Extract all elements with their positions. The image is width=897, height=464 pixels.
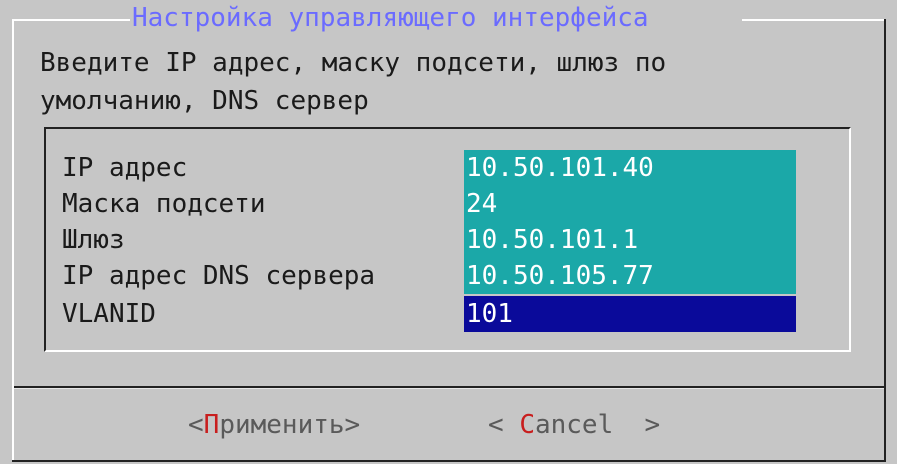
apply-button-open: < xyxy=(188,410,204,440)
dialog: Настройка управляющего интерфейса Введит… xyxy=(0,0,897,464)
frame-border-bottom xyxy=(12,460,886,462)
frame-border-left xyxy=(12,19,14,461)
apply-button-label: рименить> xyxy=(219,410,361,440)
field-dns-server: IP адрес DNS сервера 10.50.105.77 xyxy=(62,258,796,294)
field-label-subnet-mask: Маска подсети xyxy=(62,189,266,219)
cancel-button-hotkey: C xyxy=(519,410,535,440)
description-line-1: Введите IP адрес, маску подсети, шлюз по xyxy=(40,48,667,78)
apply-button[interactable]: <Применить> xyxy=(188,408,360,442)
apply-button-hotkey: П xyxy=(203,410,220,440)
frame-border-top-left xyxy=(12,19,130,21)
field-label-dns-server: IP адрес DNS сервера xyxy=(62,261,376,291)
ip-address-input[interactable]: 10.50.101.40 xyxy=(464,150,796,186)
subnet-mask-input[interactable]: 24 xyxy=(464,186,796,222)
frame-border-top-right xyxy=(742,19,885,21)
description-line-2: умолчанию, DNS сервер xyxy=(40,86,369,116)
cancel-button-open: < xyxy=(488,410,520,440)
field-ip-address: IP адрес 10.50.101.40 xyxy=(62,150,796,186)
field-label-vlanid: VLANID xyxy=(62,299,156,329)
dialog-title: Настройка управляющего интерфейса xyxy=(132,3,649,33)
field-label-ip-address: IP адрес xyxy=(62,153,188,183)
button-separator-highlight xyxy=(14,388,884,389)
field-vlanid: VLANID 101 xyxy=(62,296,796,332)
dns-server-input[interactable]: 10.50.105.77 xyxy=(464,258,796,294)
cancel-button[interactable]: < Cancel > xyxy=(488,408,660,442)
field-subnet-mask: Маска подсети 24 xyxy=(62,186,796,222)
field-label-gateway: Шлюз xyxy=(62,225,125,255)
gateway-input[interactable]: 10.50.101.1 xyxy=(464,222,796,258)
frame-border-right xyxy=(884,19,886,461)
dialog-description: Введите IP адрес, маску подсети, шлюз по… xyxy=(40,44,666,120)
field-gateway: Шлюз 10.50.101.1 xyxy=(62,222,796,258)
cancel-button-label: ancel > xyxy=(534,410,661,440)
vlanid-input[interactable]: 101 xyxy=(464,296,796,332)
